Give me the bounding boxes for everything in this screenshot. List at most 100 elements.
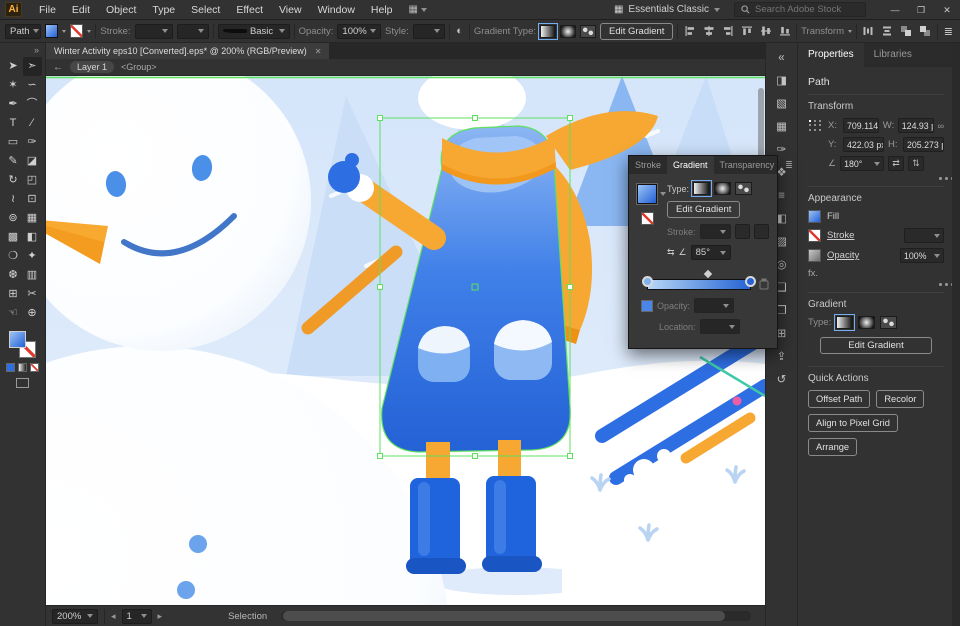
back-arrow-icon[interactable]: ←: [53, 62, 63, 73]
arrange-button[interactable]: Arrange: [808, 438, 858, 456]
align-to-pixel-grid-button[interactable]: Align to Pixel Grid: [808, 414, 898, 432]
selected-stop-swatch[interactable]: [641, 299, 653, 312]
flip-horizontal-button[interactable]: ⇄: [888, 156, 905, 171]
close-button[interactable]: ✕: [934, 0, 960, 20]
radial-gradient-icon[interactable]: [560, 24, 576, 38]
appearance-opacity-swatch[interactable]: [808, 249, 821, 262]
align-top-icon[interactable]: [739, 23, 754, 39]
stroke-link[interactable]: Stroke: [827, 230, 854, 241]
menu-item-edit[interactable]: Edit: [64, 0, 98, 20]
distribute-horizontal-icon[interactable]: [861, 23, 876, 39]
recolor-artwork-icon[interactable]: ◐: [454, 25, 465, 37]
y-field[interactable]: 422.03 px: [843, 137, 884, 152]
rectangle-tool[interactable]: ▭: [4, 133, 23, 152]
w-field[interactable]: 124.93 px: [897, 118, 934, 133]
appearance-fill-swatch[interactable]: [808, 210, 821, 223]
stroke-caret-icon[interactable]: [87, 29, 92, 33]
appearance-stroke-swatch[interactable]: [808, 229, 821, 242]
type-tool[interactable]: T: [4, 114, 23, 133]
column-graph-tool[interactable]: ▥: [23, 266, 42, 285]
toolbar-collapse-icon[interactable]: »: [0, 43, 45, 57]
freeform-gradient-icon[interactable]: [580, 24, 596, 38]
gradient-stop-right[interactable]: [745, 276, 756, 287]
eraser-tool[interactable]: ◪: [23, 152, 42, 171]
stock-search-input[interactable]: [755, 4, 859, 15]
shape-builder-tool[interactable]: ⊚: [4, 209, 23, 228]
align-bottom-icon[interactable]: [777, 23, 792, 39]
minimize-button[interactable]: —: [882, 0, 908, 20]
selection-type-dropdown[interactable]: Path: [5, 23, 41, 39]
slice-tool[interactable]: ✂: [23, 285, 42, 304]
rotation-field[interactable]: 180°: [840, 156, 885, 171]
reverse-gradient-icon[interactable]: ⇆: [667, 247, 675, 258]
selection-handle[interactable]: [377, 284, 383, 290]
color-panel-icon[interactable]: ◨: [770, 70, 794, 93]
align-center-horizontal-icon[interactable]: [701, 23, 716, 39]
tab-close-icon[interactable]: ✕: [315, 47, 322, 56]
rotate-tool[interactable]: ↻: [4, 171, 23, 190]
workspace-switcher[interactable]: ▦ Essentials Classic: [614, 4, 720, 15]
magic-wand-tool[interactable]: ✶: [4, 76, 23, 95]
gradient-midpoint[interactable]: [703, 269, 713, 279]
menu-item-help[interactable]: Help: [363, 0, 401, 20]
menu-item-view[interactable]: View: [271, 0, 310, 20]
menu-item-type[interactable]: Type: [144, 0, 183, 20]
selection-handle[interactable]: [567, 284, 573, 290]
gradient-tool[interactable]: ◧: [23, 228, 42, 247]
symbol-sprayer-tool[interactable]: ❆: [4, 266, 23, 285]
screen-mode-button[interactable]: [16, 378, 29, 388]
radial-gradient-button[interactable]: [858, 316, 876, 329]
gradient-mode-button[interactable]: [18, 363, 27, 372]
next-artboard-icon[interactable]: ▸: [158, 611, 163, 622]
perspective-grid-tool[interactable]: ▦: [23, 209, 42, 228]
edit-gradient-button-float[interactable]: Edit Gradient: [667, 201, 741, 218]
selection-handle[interactable]: [377, 115, 383, 121]
offset-path-button[interactable]: Offset Path: [808, 390, 871, 408]
menu-item-object[interactable]: Object: [98, 0, 144, 20]
stroke-weight-field[interactable]: [904, 228, 944, 243]
previous-artboard-icon[interactable]: ◂: [111, 611, 116, 622]
style-dropdown[interactable]: [412, 23, 446, 39]
swatches-panel-icon[interactable]: ▦: [770, 116, 794, 139]
selection-handle[interactable]: [377, 453, 383, 459]
linear-gradient-icon[interactable]: [538, 22, 558, 40]
paintbrush-tool[interactable]: ✑: [23, 133, 42, 152]
gradient-fill-swatch[interactable]: [636, 183, 658, 205]
free-transform-tool[interactable]: ⊡: [23, 190, 42, 209]
h-field[interactable]: 205.273 px: [903, 137, 944, 152]
workspace-grid-icon[interactable]: ▦: [409, 4, 418, 15]
selection-handle[interactable]: [567, 115, 573, 121]
x-field[interactable]: 709.114 px: [843, 118, 879, 133]
linear-gradient-button[interactable]: [834, 314, 856, 331]
line-segment-tool[interactable]: ∕: [23, 114, 42, 133]
radial-gradient-button-float[interactable]: [714, 182, 732, 195]
selection-handle[interactable]: [472, 453, 478, 459]
artboard-field[interactable]: 1: [121, 608, 152, 624]
curvature-tool[interactable]: ⌒: [23, 95, 42, 114]
freeform-gradient-button-float[interactable]: [735, 182, 753, 195]
tab-stroke[interactable]: Stroke: [629, 156, 667, 174]
pencil-tool[interactable]: ✎: [4, 152, 23, 171]
link-dimensions-icon[interactable]: ∞: [938, 121, 944, 131]
fill-caret-icon[interactable]: [62, 29, 67, 33]
opacity-dropdown[interactable]: 100%: [337, 23, 382, 39]
blend-tool[interactable]: ✦: [23, 247, 42, 266]
panel-menu-icon[interactable]: ≣: [780, 160, 798, 171]
horizontal-scrollbar[interactable]: [281, 611, 751, 621]
mesh-tool[interactable]: ▩: [4, 228, 23, 247]
align-middle-vertical-icon[interactable]: [758, 23, 773, 39]
edit-gradient-button-panel[interactable]: Edit Gradient: [820, 337, 932, 354]
recolor-button[interactable]: Recolor: [876, 390, 925, 408]
fill-swatch[interactable]: [45, 24, 59, 38]
toolbar-fill-swatch[interactable]: [9, 331, 26, 348]
align-left-icon[interactable]: [682, 23, 697, 39]
selection-tool[interactable]: ➤: [4, 57, 23, 76]
zoom-tool[interactable]: ⊕: [23, 304, 42, 323]
transform-more-icon[interactable]: [939, 177, 942, 180]
arrange-bring-forward-icon[interactable]: [899, 23, 914, 39]
flip-vertical-button[interactable]: ⇅: [908, 156, 925, 171]
none-mode-button[interactable]: [30, 363, 39, 372]
stroke-weight-dropdown[interactable]: [134, 23, 173, 39]
lasso-tool[interactable]: ∽: [23, 76, 42, 95]
selection-handle[interactable]: [567, 453, 573, 459]
